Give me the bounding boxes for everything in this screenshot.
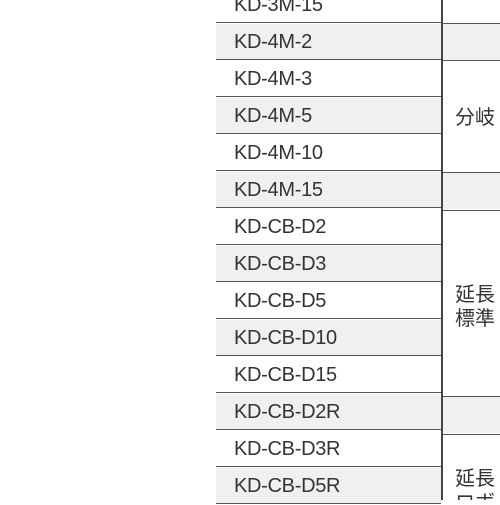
model-cell: KD-3M-15 [216,0,441,23]
desc-divider [443,396,500,397]
desc-shade [443,173,500,209]
group-label-ext-robot-1: 延長 [455,466,495,490]
group-label-ext-robot-2: ロボ [455,490,495,500]
model-cell: KD-CB-D2R [216,394,441,430]
group-label-ext-standard-1: 延長 [455,282,495,306]
description-column: 分岐 延長 標準 延長 ロボ [443,0,500,500]
model-cell: KD-4M-10 [216,135,441,171]
model-cell: KD-CB-D15 [216,357,441,393]
model-cell: KD-CB-D5R [216,468,441,504]
desc-divider [443,172,500,173]
desc-shade [443,24,500,60]
desc-divider [443,210,500,211]
group-label-ext-standard-2: 標準 [455,306,495,330]
group-label-branch: 分岐 [455,105,495,129]
model-cell: KD-4M-5 [216,98,441,134]
model-cell: KD-CB-D2 [216,209,441,245]
model-cell: KD-CB-D5 [216,283,441,319]
model-cell: KD-4M-2 [216,24,441,60]
model-cell: KD-4M-15 [216,172,441,208]
model-cell: KD-CB-D3 [216,246,441,282]
desc-divider [443,434,500,435]
desc-divider [443,23,500,24]
model-cell: KD-CB-D3R [216,431,441,467]
desc-divider [443,60,500,61]
model-cell: KD-CB-D10 [216,320,441,356]
desc-shade [443,397,500,433]
model-cell: KD-4M-3 [216,61,441,97]
